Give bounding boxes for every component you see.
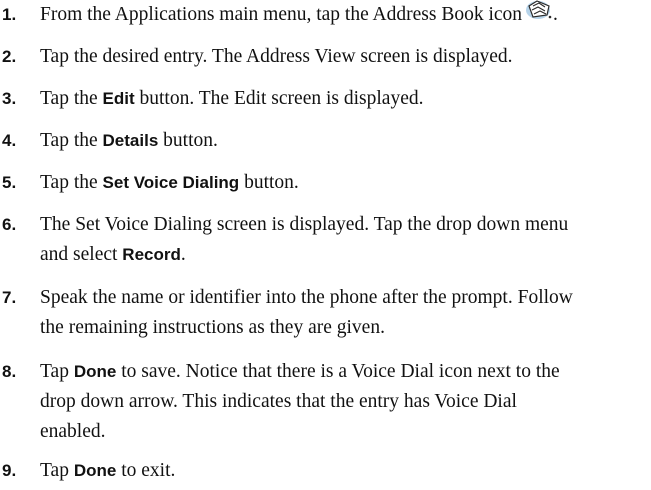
step-text: Speak the name or identifier into the ph…	[40, 283, 640, 343]
step-line: From the Applications main menu, tap the…	[40, 0, 640, 30]
step-text: Tap Done to exit.	[40, 456, 640, 486]
step-line: Tap Done to exit.	[40, 456, 640, 486]
step-text: The Set Voice Dialing screen is displaye…	[40, 210, 640, 270]
step-text-segment: button. The Edit screen is displayed.	[134, 88, 424, 109]
step-text: Tap the Edit button. The Edit screen is …	[40, 84, 640, 114]
step-text-segment: to save. Notice that there is a Voice Di…	[116, 361, 560, 382]
step-number: 2.	[2, 47, 17, 66]
step-number: 6.	[2, 215, 17, 234]
step-number: 1.	[2, 5, 17, 24]
step-line: Tap Done to save. Notice that there is a…	[40, 357, 640, 387]
step-text-segment: From the Applications main menu, tap the…	[40, 4, 523, 25]
step-text-segment: button.	[158, 130, 218, 151]
step-line: Speak the name or identifier into the ph…	[40, 287, 573, 308]
step-line: enabled.	[40, 421, 106, 442]
step-text-segment: .	[180, 244, 186, 265]
button-name: Done	[73, 461, 117, 480]
step-line: Tap the Set Voice Dialing button.	[40, 168, 640, 198]
step-text-segment: to exit.	[116, 460, 176, 481]
option-name: Record	[122, 245, 181, 264]
step-text-segment: Tap	[40, 361, 74, 382]
step-text-segment: Tap the	[40, 88, 103, 109]
step-text-segment: Tap the	[40, 130, 103, 151]
address-book-icon	[525, 0, 553, 31]
step-line: The Set Voice Dialing screen is displaye…	[40, 214, 569, 235]
step-text: Tap Done to save. Notice that there is a…	[40, 357, 640, 447]
step-text-segment: Tap	[40, 460, 74, 481]
step-text: Tap the Details button.	[40, 126, 640, 156]
step-number: 4.	[2, 131, 17, 150]
step-text: Tap the Set Voice Dialing button.	[40, 168, 640, 198]
step-text: From the Applications main menu, tap the…	[40, 0, 640, 30]
step-number: 3.	[2, 89, 17, 108]
step-text-segment: Tap the	[40, 172, 103, 193]
step-line: Tap the Edit button. The Edit screen is …	[40, 84, 640, 114]
step-text-segment: button.	[239, 172, 299, 193]
step-line: the remaining instructions as they are g…	[40, 317, 385, 338]
button-name: Details	[102, 131, 159, 150]
button-name: Edit	[102, 89, 135, 108]
step-number: 9.	[2, 461, 17, 480]
step-text: Tap the desired entry. The Address View …	[40, 42, 640, 72]
button-name: Done	[73, 362, 117, 381]
step-number: 5.	[2, 173, 17, 192]
step-line: drop down arrow. This indicates that the…	[40, 391, 517, 412]
step-number: 8.	[2, 362, 17, 381]
step-text-segment: .	[553, 4, 558, 25]
step-line: Tap the desired entry. The Address View …	[40, 46, 513, 67]
step-number: 7.	[2, 288, 17, 307]
button-name: Set Voice Dialing	[102, 173, 240, 192]
step-line: Tap the Details button.	[40, 126, 640, 156]
step-line: and select Record.	[40, 240, 640, 270]
step-text-segment: and select	[40, 244, 123, 265]
